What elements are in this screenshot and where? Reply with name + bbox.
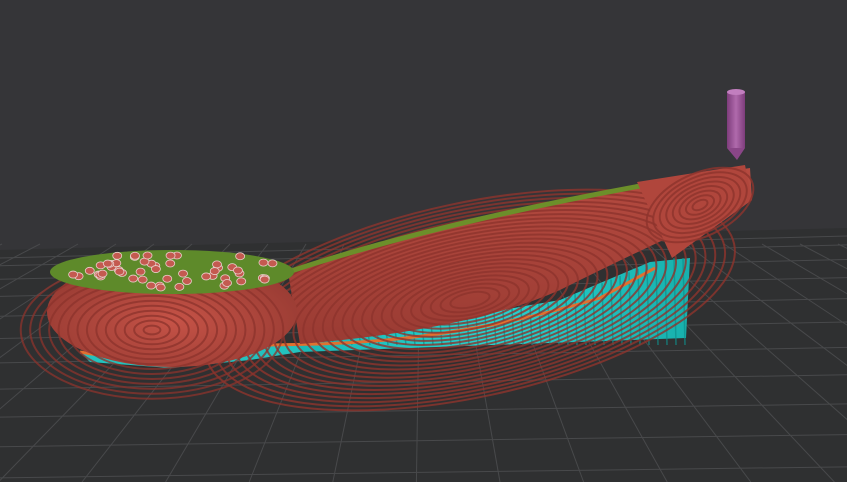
print-preview-scene[interactable]	[0, 0, 847, 482]
nozzle	[727, 89, 745, 160]
3d-viewport[interactable]	[0, 0, 847, 482]
